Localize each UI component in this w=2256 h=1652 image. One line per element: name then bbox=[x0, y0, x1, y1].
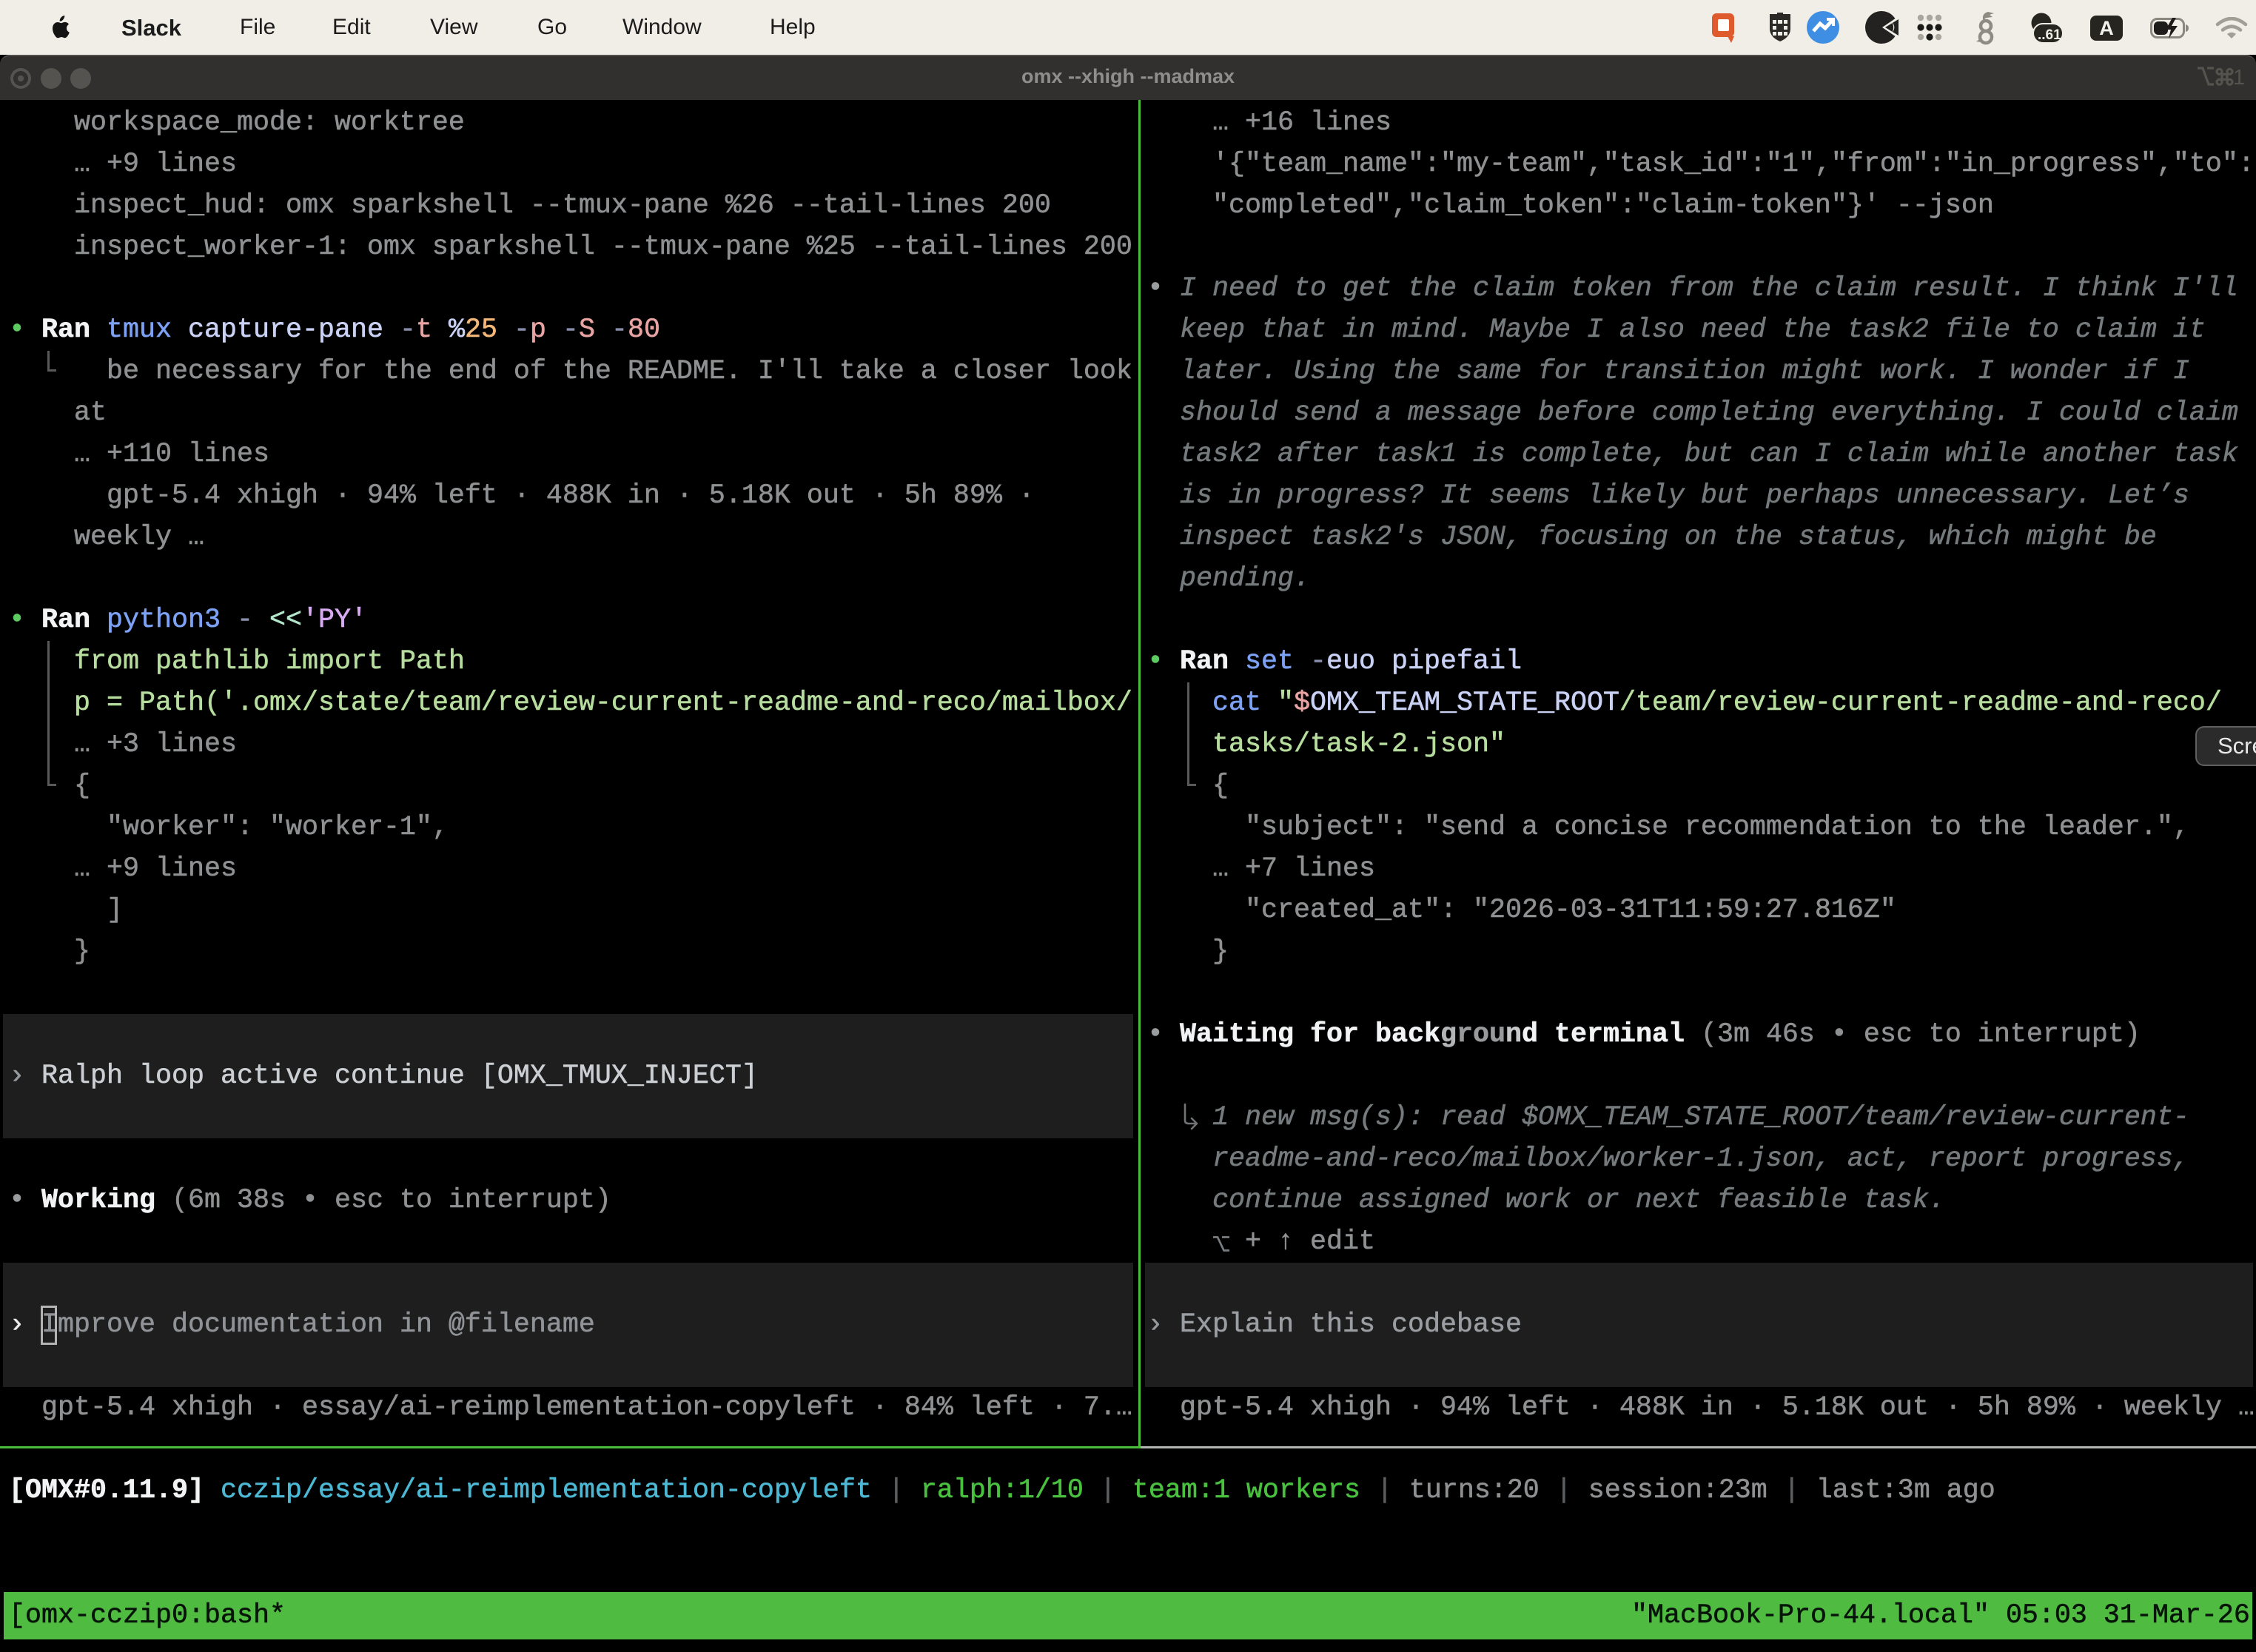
svg-text:..61: ..61 bbox=[2038, 27, 2061, 43]
svg-text:1: 1 bbox=[2233, 66, 2244, 89]
